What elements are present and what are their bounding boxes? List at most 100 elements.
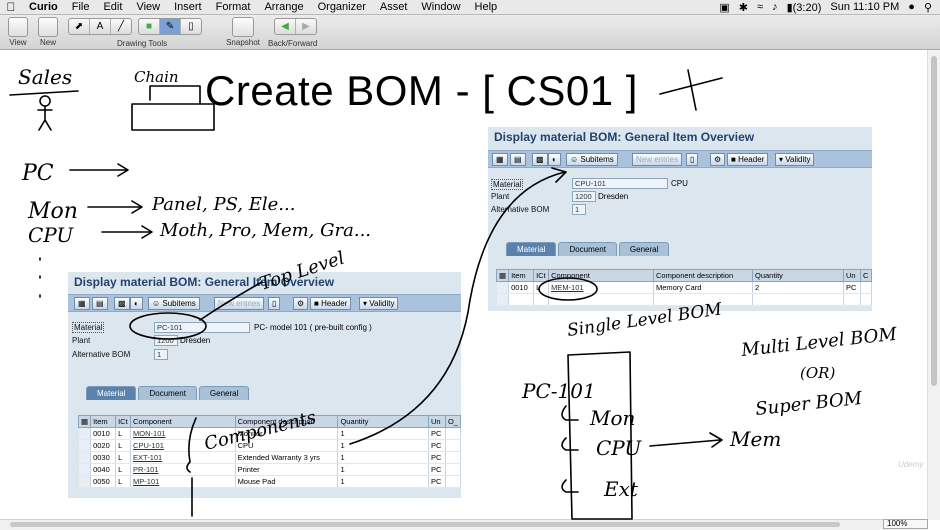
row-selector[interactable] <box>78 463 92 476</box>
row-selector[interactable] <box>78 451 92 464</box>
menu-edit[interactable]: Edit <box>96 1 129 13</box>
alternative-bom-field[interactable]: 1 <box>154 349 168 360</box>
snapshot-button[interactable]: Snapshot <box>225 17 261 47</box>
vertical-scrollbar[interactable] <box>927 50 940 520</box>
col-component[interactable]: Component <box>548 269 655 282</box>
pen-tool-icon[interactable]: ✎ <box>160 19 181 34</box>
new-button[interactable]: New <box>36 17 60 47</box>
cell-component[interactable]: PR-101 <box>130 463 236 476</box>
header-button[interactable]: ■ Header <box>727 153 769 166</box>
col-unit[interactable]: Un <box>427 415 446 428</box>
table-row[interactable]: 0030 L EXT-101 Extended Warranty 3 yrs 1… <box>78 451 461 464</box>
display-icon[interactable]: ◐ <box>548 153 561 166</box>
material-field[interactable]: PC-101 <box>154 322 250 333</box>
col-item[interactable]: Item <box>508 269 535 282</box>
menu-asset[interactable]: Asset <box>373 1 415 13</box>
horizontal-scroll-thumb[interactable] <box>10 522 840 527</box>
plant-field[interactable]: 1200 <box>572 191 596 202</box>
copy-icon[interactable]: ⚙ <box>710 153 726 166</box>
line-tool-icon[interactable]: ╱ <box>111 19 131 34</box>
menu-format[interactable]: Format <box>209 1 258 13</box>
volume-icon[interactable]: ♪ <box>772 1 778 13</box>
cell-component[interactable]: EXT-101 <box>130 451 236 464</box>
validity-button[interactable]: ▾ Validity <box>775 153 815 166</box>
table-row[interactable]: 0040 L PR-101 Printer 1 PC <box>78 463 461 476</box>
forward-arrow-icon[interactable]: ▶ <box>296 19 316 34</box>
clock[interactable]: Sun 11:10 PM <box>830 1 899 13</box>
menu-organizer[interactable]: Organizer <box>311 1 373 13</box>
col-item[interactable]: Item <box>90 415 117 428</box>
cell-component[interactable]: MON-101 <box>130 427 236 440</box>
table-row[interactable]: 0020 L CPU-101 CPU 1 PC <box>78 439 461 452</box>
vertical-scroll-thumb[interactable] <box>931 56 937 386</box>
row-selector[interactable] <box>78 439 92 452</box>
row-selector[interactable] <box>496 293 510 306</box>
table-row[interactable]: 0010 L MEM-101 Memory Card 2 PC <box>496 281 872 294</box>
eraser-tool-icon[interactable]: ▯ <box>181 19 201 34</box>
pointer-tool-icon[interactable]: ⬈ <box>69 19 90 34</box>
grid-icon[interactable]: ▦ <box>492 153 508 166</box>
cell-component[interactable]: CPU-101 <box>130 439 236 452</box>
row-selector[interactable] <box>78 475 92 488</box>
header-button[interactable]: ■ Header <box>310 297 352 310</box>
zoom-select[interactable]: 100% <box>883 519 928 529</box>
new-entries-button[interactable]: New entries <box>632 153 683 166</box>
col-description[interactable]: Component description <box>653 269 753 282</box>
select-all-icon[interactable]: ▦ <box>495 269 510 282</box>
user-icon[interactable]: ● <box>908 1 915 13</box>
row-selector[interactable] <box>496 281 510 294</box>
new-entries-button[interactable]: New entries <box>214 297 265 310</box>
table-row[interactable]: 0050 L MP-101 Mouse Pad 1 PC <box>78 475 461 488</box>
col-other[interactable]: O_ <box>444 415 461 428</box>
menu-file[interactable]: File <box>65 1 97 13</box>
view-button[interactable]: View <box>6 17 30 47</box>
cell-component[interactable]: MP-101 <box>130 475 236 488</box>
display-icon[interactable]: ◐ <box>130 297 143 310</box>
col-description[interactable]: Component description <box>234 415 339 428</box>
subitems-button[interactable]: ☺ Subitems <box>566 153 618 166</box>
table-row[interactable]: 0010 L MON-101 Monitor 1 PC <box>78 427 461 440</box>
text-tool-icon[interactable]: A <box>90 19 111 34</box>
list-icon[interactable]: ▤ <box>92 297 108 310</box>
menu-help[interactable]: Help <box>468 1 505 13</box>
spotlight-icon[interactable]: ⚲ <box>924 1 932 14</box>
cell-component[interactable]: MEM-101 <box>548 281 655 294</box>
col-quantity[interactable]: Quantity <box>337 415 429 428</box>
tab-document[interactable]: Document <box>138 386 197 400</box>
tab-material[interactable]: Material <box>506 242 557 256</box>
alternative-bom-field[interactable]: 1 <box>572 204 586 215</box>
battery-icon[interactable]: ▮(3:20) <box>787 1 822 14</box>
subitems-button[interactable]: ☺ Subitems <box>148 297 200 310</box>
col-unit[interactable]: Un <box>842 269 861 282</box>
apple-icon[interactable]:  <box>0 0 22 14</box>
delete-icon[interactable]: ▯ <box>686 153 699 166</box>
wifi-icon[interactable]: ≈ <box>757 1 763 13</box>
shape-tool-icon[interactable]: ■ <box>139 19 160 34</box>
col-component[interactable]: Component <box>130 415 236 428</box>
menu-view[interactable]: View <box>129 1 167 13</box>
col-quantity[interactable]: Quantity <box>752 269 844 282</box>
menu-window[interactable]: Window <box>414 1 467 13</box>
select-all-icon[interactable]: ▦ <box>77 415 92 428</box>
table-row[interactable] <box>496 293 872 306</box>
back-arrow-icon[interactable]: ◀ <box>275 19 296 34</box>
grid-icon[interactable]: ▦ <box>74 297 90 310</box>
hierarchy-icon[interactable]: ▩ <box>114 297 130 310</box>
horizontal-scrollbar[interactable] <box>0 519 928 530</box>
camera-icon[interactable]: ▣ <box>719 1 729 14</box>
tab-general[interactable]: General <box>198 386 250 400</box>
plant-field[interactable]: 1200 <box>154 335 178 346</box>
col-other[interactable]: C <box>859 269 872 282</box>
menu-arrange[interactable]: Arrange <box>257 1 310 13</box>
hierarchy-icon[interactable]: ▩ <box>532 153 548 166</box>
menu-app-name[interactable]: Curio <box>22 1 65 13</box>
material-field[interactable]: CPU-101 <box>572 178 668 189</box>
tab-document[interactable]: Document <box>558 242 617 256</box>
menu-insert[interactable]: Insert <box>167 1 209 13</box>
col-ict[interactable]: ICt <box>115 415 132 428</box>
col-ict[interactable]: ICt <box>533 269 550 282</box>
delete-icon[interactable]: ▯ <box>268 297 281 310</box>
validity-button[interactable]: ▾ Validity <box>359 297 399 310</box>
tab-material[interactable]: Material <box>86 386 137 400</box>
copy-icon[interactable]: ⚙ <box>293 297 309 310</box>
